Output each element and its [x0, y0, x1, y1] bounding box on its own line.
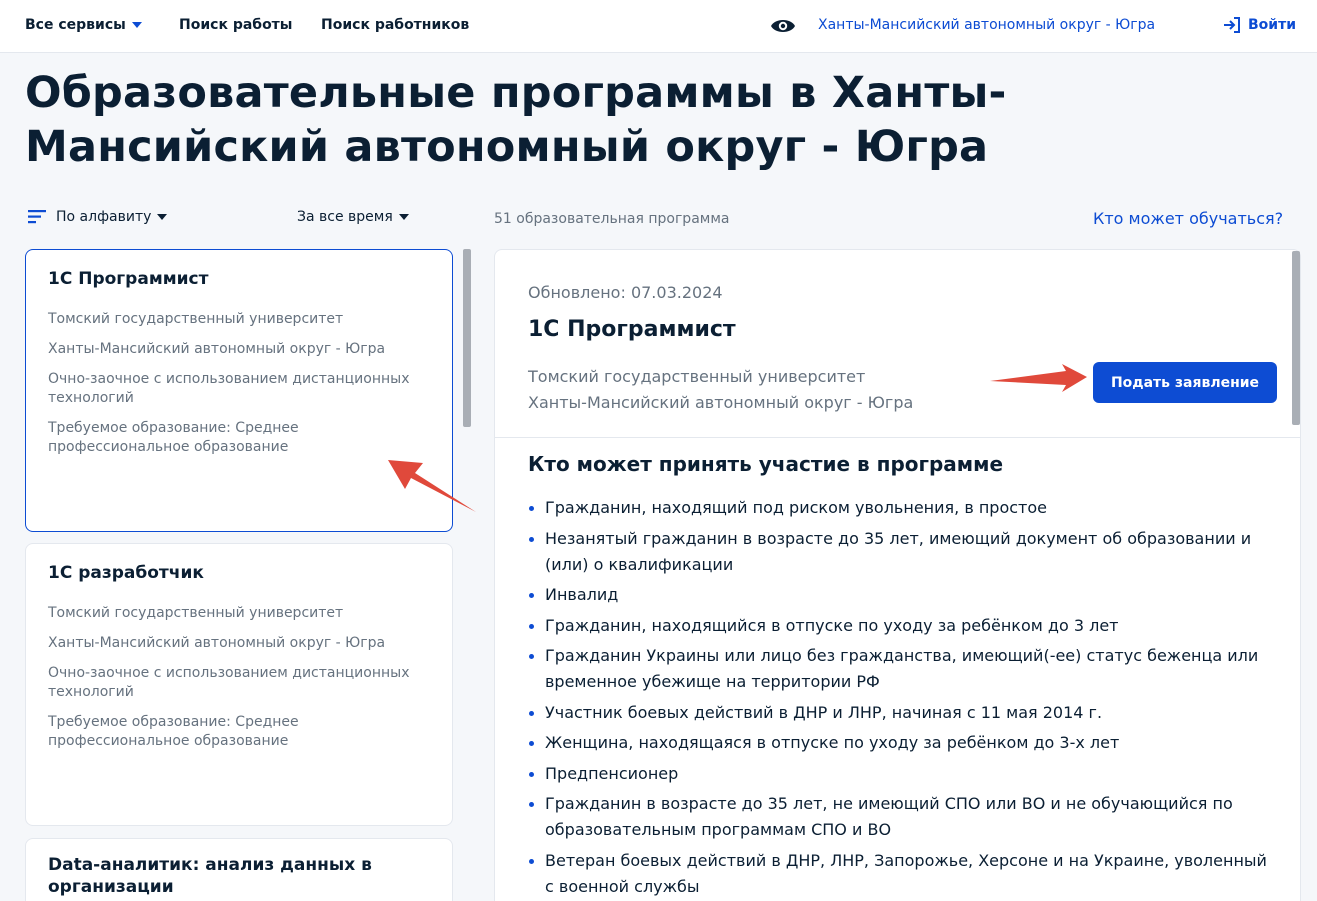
program-card-education: Требуемое образование: Среднее профессио…	[48, 714, 299, 749]
program-detail-region: Ханты-Мансийский автономный округ - Югра	[528, 393, 914, 412]
program-detail-panel: Обновлено: 07.03.2024 1С Программист Том…	[494, 249, 1301, 901]
all-services-label: Все сервисы	[25, 17, 126, 33]
time-period-label: За все время	[297, 209, 393, 225]
chevron-down-icon	[157, 214, 168, 220]
list-item: Гражданин Украины или лицо без гражданст…	[528, 643, 1268, 695]
updated-date: Обновлено: 07.03.2024	[528, 283, 723, 302]
sort-dropdown[interactable]: По алфавиту	[28, 209, 168, 225]
list-item: Женщина, находящаяся в отпуске по уходу …	[528, 730, 1268, 756]
chevron-down-icon	[131, 22, 142, 28]
program-card[interactable]: Data-аналитик: анализ данных в организац…	[25, 838, 453, 901]
list-item: Гражданин в возрасте до 35 лет, не имеющ…	[528, 791, 1268, 843]
login-arrow-icon	[1224, 17, 1240, 33]
login-label: Войти	[1248, 17, 1297, 33]
program-list-scrollbar[interactable]	[463, 249, 471, 427]
program-card-university: Томский государственный университет	[48, 311, 344, 327]
sort-label: По алфавиту	[56, 209, 152, 225]
program-card-title: 1С Программист	[48, 269, 209, 289]
page-title: Образовательные программы в Ханты-Мансий…	[25, 68, 1007, 172]
who-can-study-link[interactable]: Кто может обучаться?	[1093, 209, 1283, 228]
program-card-format: Очно-заочное с использованием дистанцион…	[48, 665, 410, 700]
list-item: Ветеран боевых действий в ДНР, ЛНР, Запо…	[528, 848, 1268, 900]
top-navigation: Все сервисы Поиск работы Поиск работнико…	[0, 0, 1317, 53]
program-card[interactable]: 1С Программист Томский государственный у…	[25, 249, 453, 532]
list-item: Гражданин, находящий под риском увольнен…	[528, 495, 1268, 521]
eye-icon[interactable]	[770, 16, 796, 36]
program-card-format: Очно-заочное с использованием дистанцион…	[48, 371, 410, 406]
time-period-dropdown[interactable]: За все время	[297, 209, 409, 225]
list-item: Инвалид	[528, 582, 1268, 608]
program-card[interactable]: 1С разработчик Томский государственный у…	[25, 543, 453, 826]
nav-worker-search[interactable]: Поиск работников	[321, 17, 469, 33]
login-button[interactable]: Войти	[1222, 16, 1296, 34]
program-card-title: 1С разработчик	[48, 563, 204, 583]
detail-panel-scrollbar[interactable]	[1292, 251, 1300, 425]
program-card-region: Ханты-Мансийский автономный округ - Югра	[48, 635, 386, 651]
program-card-region: Ханты-Мансийский автономный округ - Югра	[48, 341, 386, 357]
program-card-education: Требуемое образование: Среднее профессио…	[48, 420, 299, 455]
sort-lines-icon	[28, 210, 46, 224]
list-item: Участник боевых действий в ДНР и ЛНР, на…	[528, 700, 1268, 726]
list-item: Предпенсионер	[528, 761, 1268, 787]
region-selector-link[interactable]: Ханты-Мансийский автономный округ - Югра	[818, 17, 1155, 33]
program-card-title: Data-аналитик: анализ данных в организац…	[48, 855, 372, 897]
program-card-university: Томский государственный университет	[48, 605, 344, 621]
program-count: 51 образовательная программа	[494, 211, 730, 227]
program-detail-university: Томский государственный университет	[528, 367, 866, 386]
eligibility-section-title: Кто может принять участие в программе	[528, 452, 1004, 476]
divider	[495, 437, 1300, 438]
program-detail-title: 1С Программист	[528, 317, 736, 342]
list-item: Гражданин, находящийся в отпуске по уход…	[528, 613, 1268, 639]
nav-job-search[interactable]: Поиск работы	[179, 17, 292, 33]
eligibility-list: Гражданин, находящий под риском увольнен…	[528, 495, 1268, 901]
list-item: Незанятый гражданин в возрасте до 35 лет…	[528, 526, 1268, 578]
apply-button[interactable]: Подать заявление	[1093, 362, 1277, 403]
chevron-down-icon	[398, 214, 409, 220]
all-services-menu[interactable]: Все сервисы	[25, 17, 142, 33]
